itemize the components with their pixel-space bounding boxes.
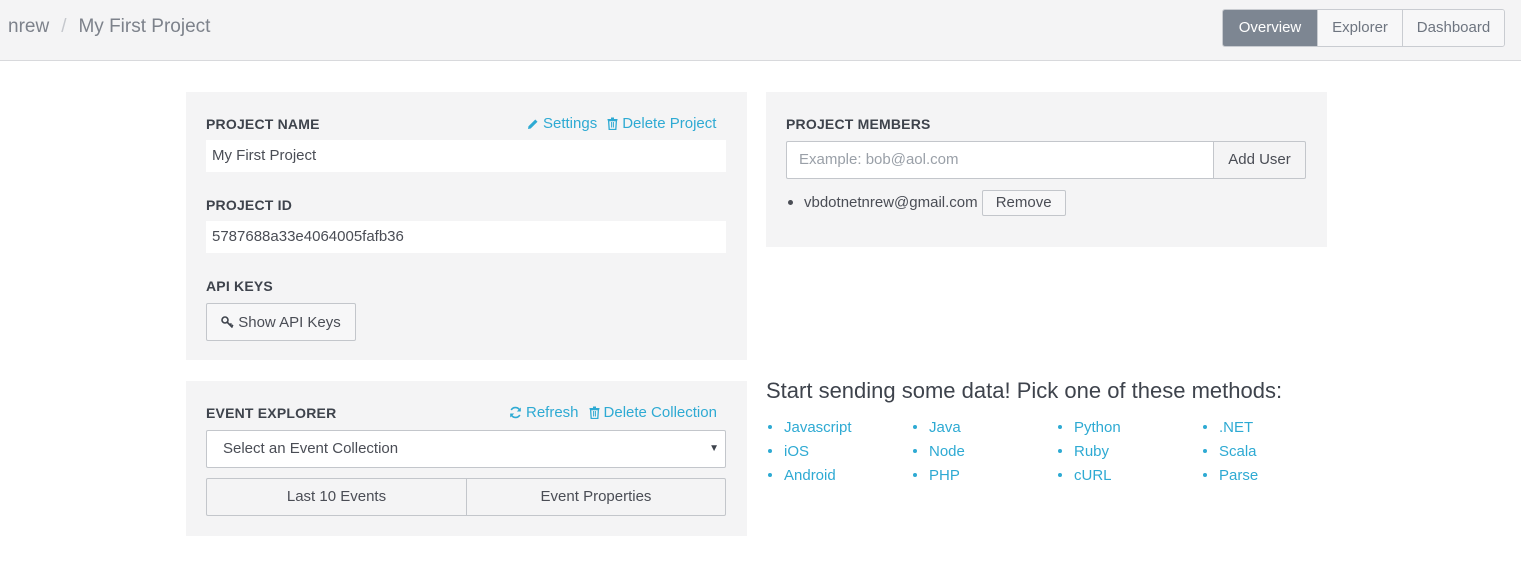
breadcrumb-project: My First Project — [78, 16, 211, 37]
list-bullet — [913, 473, 917, 477]
project-members-label: PROJECT MEMBERS — [786, 116, 931, 132]
tab-explorer[interactable]: Explorer — [1317, 10, 1402, 46]
methods-list: Javascript Java Python .NET iOS Node Rub… — [768, 417, 1348, 485]
trash-icon — [607, 117, 618, 130]
list-bullet — [768, 473, 772, 477]
event-properties-button[interactable]: Event Properties — [466, 478, 726, 516]
list-bullet — [768, 425, 772, 429]
refresh-link[interactable]: Refresh — [509, 404, 579, 421]
delete-project-link[interactable]: Delete Project — [607, 115, 716, 132]
method-dotnet[interactable]: .NET — [1203, 417, 1348, 437]
delete-collection-link-label: Delete Collection — [603, 404, 717, 421]
method-label: Python — [1074, 418, 1121, 436]
list-bullet — [788, 199, 793, 205]
last-10-events-button[interactable]: Last 10 Events — [206, 478, 467, 516]
event-collection-select-value: Select an Event Collection — [223, 440, 399, 457]
method-parse[interactable]: Parse — [1203, 465, 1348, 485]
list-bullet — [1203, 473, 1207, 477]
refresh-icon — [509, 406, 522, 419]
method-php[interactable]: PHP — [913, 465, 1058, 485]
project-name-field[interactable]: My First Project — [206, 140, 726, 172]
remove-member-button[interactable]: Remove — [981, 190, 1066, 216]
method-ios[interactable]: iOS — [768, 441, 913, 461]
breadcrumb-user[interactable]: nrew — [8, 16, 49, 38]
method-python[interactable]: Python — [1058, 417, 1203, 437]
methods-heading: Start sending some data! Pick one of the… — [766, 378, 1283, 403]
method-label: Android — [784, 466, 836, 484]
api-keys-label: API KEYS — [206, 278, 273, 294]
method-curl[interactable]: cURL — [1058, 465, 1203, 485]
method-scala[interactable]: Scala — [1203, 441, 1348, 461]
trash-icon — [589, 406, 600, 419]
method-java[interactable]: Java — [913, 417, 1058, 437]
method-label: Node — [929, 442, 965, 460]
settings-link-label: Settings — [543, 115, 598, 132]
refresh-link-label: Refresh — [526, 404, 579, 421]
list-bullet — [1203, 449, 1207, 453]
method-android[interactable]: Android — [768, 465, 913, 485]
key-icon — [221, 315, 234, 329]
show-api-keys-label: Show API Keys — [238, 313, 341, 331]
method-label: Javascript — [784, 418, 852, 436]
pencil-icon — [527, 118, 539, 130]
project-id-label: PROJECT ID — [206, 197, 293, 213]
list-bullet — [913, 425, 917, 429]
add-user-button[interactable]: Add User — [1213, 141, 1306, 179]
method-node[interactable]: Node — [913, 441, 1058, 461]
top-bar: nrew / My First Project Overview Explore… — [0, 0, 1521, 61]
list-bullet — [1058, 473, 1062, 477]
view-nav: Overview Explorer Dashboard — [1222, 9, 1505, 47]
breadcrumb: nrew / My First Project — [8, 16, 210, 38]
settings-link[interactable]: Settings — [527, 115, 597, 132]
breadcrumb-separator: / — [61, 16, 67, 37]
member-email-input[interactable]: Example: bob@aol.com — [786, 141, 1214, 179]
list-bullet — [1058, 449, 1062, 453]
tab-overview[interactable]: Overview — [1223, 10, 1317, 46]
method-label: iOS — [784, 442, 810, 460]
method-ruby[interactable]: Ruby — [1058, 441, 1203, 461]
event-collection-select[interactable]: Select an Event Collection ▼ — [206, 430, 726, 468]
explorer-actions: Refresh Delete Collection — [509, 404, 717, 421]
event-explorer-label: EVENT EXPLORER — [206, 405, 337, 421]
method-label: .NET — [1219, 418, 1254, 436]
list-bullet — [1058, 425, 1062, 429]
delete-collection-link[interactable]: Delete Collection — [589, 404, 717, 421]
list-bullet — [913, 449, 917, 453]
method-label: PHP — [929, 466, 960, 484]
delete-project-link-label: Delete Project — [622, 115, 717, 132]
list-bullet — [1203, 425, 1207, 429]
method-label: Ruby — [1074, 442, 1110, 460]
method-label: Scala — [1219, 442, 1257, 460]
project-id-field[interactable]: 5787688a33e4064005fafb36 — [206, 221, 726, 253]
project-name-label: PROJECT NAME — [206, 116, 320, 132]
method-label: cURL — [1074, 466, 1112, 484]
list-bullet — [768, 449, 772, 453]
project-actions: Settings Delete Project — [527, 115, 716, 132]
caret-down-icon: ▼ — [709, 443, 719, 454]
members-list: vbdotnetnrew@gmail.com Remove — [788, 189, 1066, 216]
show-api-keys-button[interactable]: Show API Keys — [206, 303, 356, 341]
tab-dashboard[interactable]: Dashboard — [1402, 10, 1504, 46]
method-label: Parse — [1219, 466, 1259, 484]
member-email: vbdotnetnrew@gmail.com — [804, 193, 978, 211]
method-javascript[interactable]: Javascript — [768, 417, 913, 437]
method-label: Java — [929, 418, 961, 436]
